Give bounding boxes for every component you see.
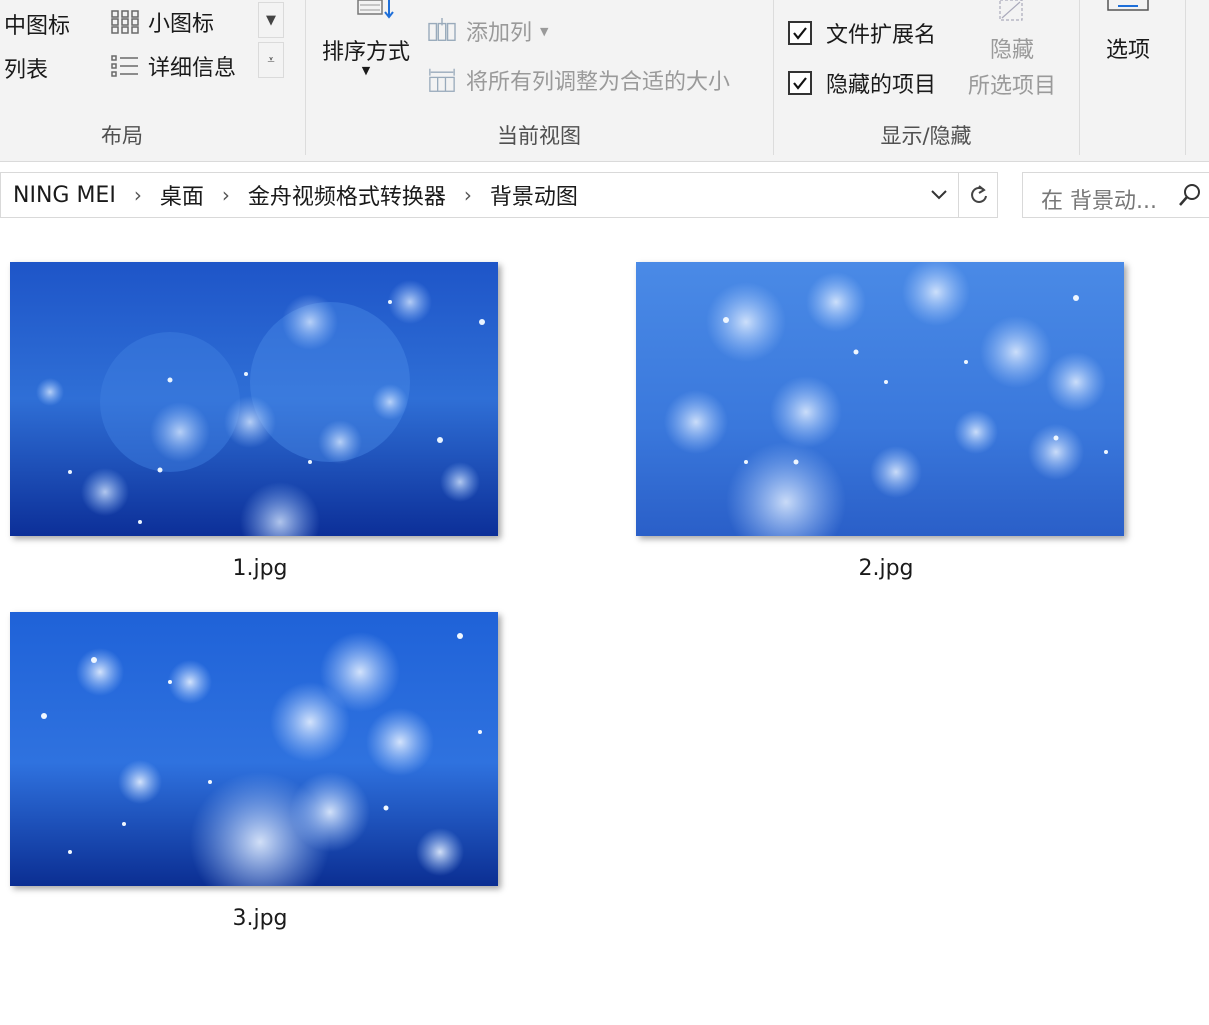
small-icons-label: 小图标 xyxy=(148,12,215,37)
sort-by-button[interactable]: 排序方式 ▼ xyxy=(316,0,416,77)
breadcrumb: NING MEI › 桌面 › 金舟视频格式转换器 › 背景动图 xyxy=(13,173,578,217)
medium-icons-option[interactable]: 中图标 xyxy=(4,8,70,40)
file-name[interactable]: 3.jpg xyxy=(10,906,510,931)
chevron-right-icon[interactable]: › xyxy=(222,183,230,207)
group-divider xyxy=(1185,0,1186,155)
more-dropdown-icon: ⩡ xyxy=(267,52,275,68)
hide-selected-icon xyxy=(999,0,1023,21)
size-columns-icon xyxy=(429,68,455,92)
options-icon xyxy=(1107,0,1149,11)
details-label: 详细信息 xyxy=(148,56,237,81)
options-button[interactable]: 选项 xyxy=(1090,0,1166,64)
layout-group-label: 布局 xyxy=(101,124,143,148)
sort-by-label: 排序方式 xyxy=(321,40,410,65)
small-icons-option[interactable]: 小图标 xyxy=(110,6,214,38)
ribbon: 中图标 小图标 列表 详细信息 ▼ ⩡ 布局 排序方式 ▼ 添加列 ▼ 将所有列… xyxy=(0,0,1209,162)
thumbnail-image xyxy=(636,262,1124,536)
file-name[interactable]: 2.jpg xyxy=(636,556,1136,581)
details-option[interactable]: 详细信息 xyxy=(110,50,236,82)
image-thumbnail[interactable] xyxy=(636,262,1124,536)
thumbnail-image xyxy=(10,262,498,536)
image-thumbnail[interactable] xyxy=(10,612,498,886)
breadcrumb-item[interactable]: 桌面 xyxy=(160,179,204,211)
sort-icon xyxy=(357,0,394,19)
chevron-down-icon xyxy=(931,190,947,200)
hide-selected-label-line2: 所选项目 xyxy=(967,74,1056,99)
group-divider xyxy=(1079,0,1080,155)
breadcrumb-item[interactable]: NING MEI xyxy=(13,183,116,208)
file-extensions-checkbox[interactable]: 文件扩展名 xyxy=(788,17,936,49)
file-extensions-label: 文件扩展名 xyxy=(826,23,937,48)
search-icon[interactable] xyxy=(1178,183,1202,207)
checkbox-checked-icon xyxy=(788,71,812,95)
hidden-items-label: 隐藏的项目 xyxy=(826,73,937,98)
refresh-button[interactable] xyxy=(958,173,998,217)
current-view-group-label: 当前视图 xyxy=(497,124,581,148)
hide-selected-items-button[interactable]: 隐藏 所选项目 xyxy=(962,0,1062,100)
search-box[interactable]: 在 背景动... xyxy=(1022,172,1209,218)
file-name[interactable]: 1.jpg xyxy=(10,556,510,581)
size-all-columns-button[interactable]: 将所有列调整为合适的大小 xyxy=(426,64,730,96)
small-icons-icon xyxy=(111,10,139,34)
chevron-right-icon[interactable]: › xyxy=(134,183,142,207)
chevron-down-icon: ▼ xyxy=(266,12,276,28)
list-label: 列表 xyxy=(4,58,49,83)
details-icon xyxy=(111,55,138,77)
medium-icons-label: 中图标 xyxy=(4,14,71,39)
chevron-right-icon[interactable]: › xyxy=(464,183,472,207)
breadcrumb-item[interactable]: 背景动图 xyxy=(490,179,578,211)
caret-down-icon: ▼ xyxy=(540,24,549,38)
hide-selected-label-line1: 隐藏 xyxy=(989,38,1034,63)
search-placeholder: 在 背景动... xyxy=(1041,189,1157,214)
address-bar[interactable]: NING MEI › 桌面 › 金舟视频格式转换器 › 背景动图 xyxy=(0,172,998,218)
checkbox-checked-icon xyxy=(788,21,812,45)
caret-down-icon: ▼ xyxy=(361,64,371,77)
hidden-items-checkbox[interactable]: 隐藏的项目 xyxy=(788,67,936,99)
size-all-columns-label: 将所有列调整为合适的大小 xyxy=(466,70,731,95)
address-history-button[interactable] xyxy=(921,173,957,217)
refresh-icon xyxy=(970,185,987,203)
show-hide-group-label: 显示/隐藏 xyxy=(880,124,972,148)
add-columns-icon xyxy=(428,18,456,41)
thumbnail-image xyxy=(10,612,498,886)
add-columns-button[interactable]: 添加列 ▼ xyxy=(426,15,548,47)
layout-scroll-up-button[interactable]: ▼ xyxy=(258,2,284,38)
breadcrumb-item[interactable]: 金舟视频格式转换器 xyxy=(248,179,446,211)
image-thumbnail[interactable] xyxy=(10,262,498,536)
options-label: 选项 xyxy=(1105,38,1150,63)
add-columns-label: 添加列 xyxy=(466,21,533,46)
list-option[interactable]: 列表 xyxy=(4,52,48,84)
layout-more-button[interactable]: ⩡ xyxy=(258,42,284,78)
